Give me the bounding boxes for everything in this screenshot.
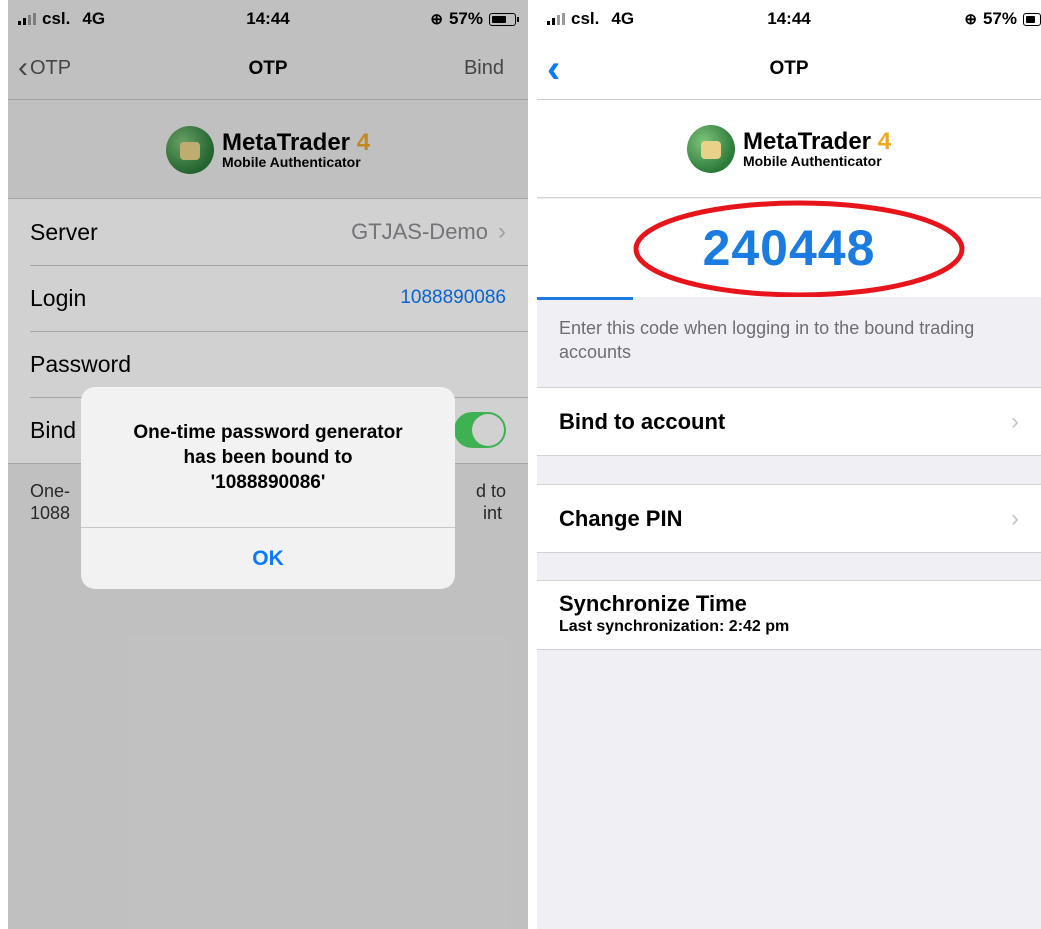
right-phone-screen: csl. 4G 14:44 ⊕ 57% ‹ OTP MetaTrader 4 M… (537, 0, 1041, 929)
brand-version: 4 (877, 127, 892, 155)
metatrader-logo-icon (686, 124, 735, 173)
synchronize-time-row[interactable]: Synchronize Time Last synchronization: 2… (537, 580, 1041, 650)
status-bar: csl. 4G 14:44 ⊕ 57% (537, 0, 1041, 40)
otp-code-panel: 240448 (537, 199, 1041, 300)
alert-message-line-1: One-time password generator (133, 421, 403, 443)
alert-dialog: One-time password generator has been bou… (81, 387, 455, 589)
bind-to-account-label: Bind to account (559, 408, 726, 434)
ok-button[interactable]: OK (81, 527, 455, 589)
navigation-bar: ‹ OTP (537, 40, 1041, 100)
chevron-right-icon: › (1011, 407, 1019, 435)
battery-icon (1023, 12, 1041, 26)
left-phone-screen: csl. 4G 14:44 ⊕ 57% ‹ OTP OTP Bind MetaT… (8, 0, 528, 929)
page-title: OTP (769, 58, 809, 79)
bind-to-account-row[interactable]: Bind to account › (537, 387, 1041, 456)
code-timer-progress (537, 297, 633, 300)
alert-message-line-3: '1088890086' (210, 471, 326, 493)
brand-name: MetaTrader (742, 127, 872, 155)
brand-subtitle: Mobile Authenticator (742, 152, 882, 169)
change-pin-row[interactable]: Change PIN › (537, 484, 1041, 553)
synchronize-time-label: Synchronize Time (559, 591, 747, 616)
otp-code: 240448 (702, 220, 876, 276)
alarm-icon: ⊕ (964, 11, 977, 28)
last-sync-text: Last synchronization: 2:42 pm (559, 618, 790, 635)
alert-message-line-2: has been bound to (183, 446, 353, 468)
app-logo-header: MetaTrader 4 Mobile Authenticator (537, 100, 1041, 198)
otp-hint: Enter this code when logging in to the b… (559, 318, 975, 362)
battery-percent: 57% (982, 9, 1017, 28)
change-pin-label: Change PIN (559, 505, 683, 531)
chevron-right-icon: › (1011, 504, 1019, 532)
code-timer-track (537, 297, 1041, 300)
